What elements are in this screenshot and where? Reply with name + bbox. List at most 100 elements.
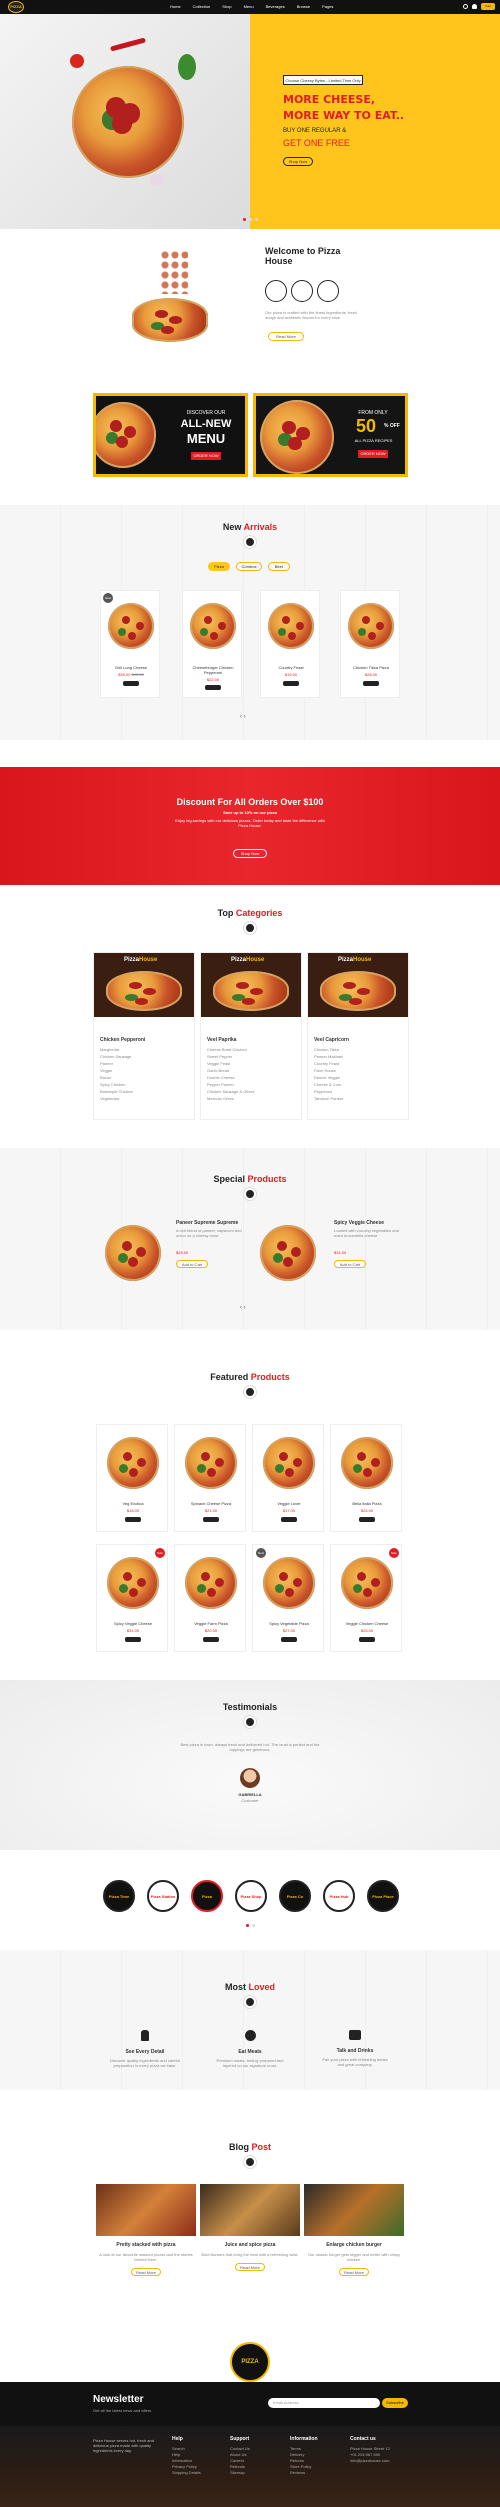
special-product-name[interactable]: Paneer Supreme Supreme [176, 1220, 238, 1226]
special-product-image[interactable] [105, 1225, 161, 1281]
blog-read-more-button[interactable]: Read More [339, 2268, 369, 2276]
category-item[interactable]: Barbeque Chicken [100, 1088, 133, 1095]
quantity-stepper[interactable] [359, 1517, 375, 1522]
category-item[interactable]: Pepper Paneer [207, 1081, 254, 1088]
category-item[interactable]: Tandoori Paneer [314, 1095, 343, 1102]
cart-button[interactable]: Cart [481, 3, 495, 10]
product-card[interactable]: New Grill Long Cheese $39.00 $45.00 [100, 590, 160, 698]
category-item[interactable]: Bacon [100, 1074, 133, 1081]
brand-logo[interactable]: Pizza Time [103, 1880, 135, 1912]
special-nav-arrows[interactable]: ‹ › [240, 1305, 246, 1311]
product-card[interactable]: Chicken Tikka Pizza $28.00 [340, 590, 400, 698]
footer-link[interactable]: Shipping Details [172, 2470, 230, 2476]
category-card[interactable]: PizzaHouse Veel Capricorn Chicken Tikka … [307, 952, 409, 1120]
product-card[interactable]: Bella Italia Pizza $24.00 [330, 1424, 402, 1532]
special-product-image[interactable] [260, 1225, 316, 1281]
product-card[interactable]: Cheeseburger Chicken Pepperoni $22.00 [182, 590, 242, 698]
category-item[interactable]: Chicken Sausage & Olives [207, 1088, 254, 1095]
category-item[interactable]: Mexican Green [207, 1095, 254, 1102]
quantity-stepper[interactable] [283, 681, 299, 686]
promo-discount-order-button[interactable]: ORDER NOW [358, 450, 388, 458]
special-add-to-cart-button[interactable]: Add to Cart [334, 1260, 366, 1268]
product-card[interactable]: Sale Spicy Veggie Cheese $31.00 [96, 1544, 168, 1652]
category-item[interactable]: Paneer [100, 1060, 133, 1067]
footer-logo[interactable]: PIZZA [230, 2342, 270, 2382]
promo-banner-discount[interactable]: FROM ONLY 50 % OFF ALL PIZZA RECIPES ORD… [253, 393, 408, 477]
category-item[interactable]: Margherita [100, 1046, 133, 1053]
category-item[interactable]: Country Feast [314, 1060, 343, 1067]
footer-link[interactable]: Sitemap [230, 2470, 288, 2476]
hero-slider-dots[interactable] [243, 218, 258, 221]
quantity-stepper[interactable] [281, 1517, 297, 1522]
blog-post-title[interactable]: Pretty stacked with pizza [96, 2242, 196, 2248]
tab-beer[interactable]: Beer [268, 562, 290, 571]
category-card[interactable]: PizzaHouse Chicken Pepperoni Margherita … [93, 952, 195, 1120]
brand-logo[interactable]: Pizza Shop [235, 1880, 267, 1912]
blog-read-more-button[interactable]: Read More [131, 2268, 161, 2276]
blog-post-title[interactable]: Enlarge chicken burger [304, 2242, 404, 2248]
category-item[interactable]: Double Cheese [207, 1074, 254, 1081]
product-card[interactable]: Veggie Lover $17.00 [252, 1424, 324, 1532]
quantity-stepper[interactable] [125, 1637, 141, 1642]
special-add-to-cart-button[interactable]: Add to Cart [176, 1260, 208, 1268]
product-card[interactable]: Veggie Farm Pizza $20.00 [174, 1544, 246, 1652]
category-card[interactable]: PizzaHouse Veel Paprika Cheese Burst Chi… [200, 952, 302, 1120]
arrivals-nav-arrows[interactable]: ‹ › [240, 714, 246, 720]
special-product-name[interactable]: Spicy Veggie Cheese [334, 1220, 384, 1226]
category-item[interactable]: Chicken Tikka [314, 1046, 343, 1053]
category-item[interactable]: Garlic Bread [207, 1067, 254, 1074]
blog-card[interactable]: Juice and spice pizza Bold flavours that… [200, 2184, 300, 2294]
site-logo[interactable]: PIZZA [8, 1, 24, 13]
brand-logo[interactable]: Pizza Place [367, 1880, 399, 1912]
product-card[interactable]: New Spicy Vegetable Pizza $27.00 [252, 1544, 324, 1652]
product-card[interactable]: Veg Exotica $18.00 [96, 1424, 168, 1532]
nav-item-beverages[interactable]: Beverages [266, 4, 285, 9]
user-icon[interactable] [472, 4, 477, 9]
brand-logo[interactable]: Pizza Co [279, 1880, 311, 1912]
brand-logo[interactable]: Pizza [191, 1880, 223, 1912]
welcome-read-more-button[interactable]: Read More [268, 332, 304, 341]
nav-item-pages[interactable]: Pages [322, 4, 333, 9]
nav-item-browse[interactable]: Browse [297, 4, 310, 9]
product-card[interactable]: Spinach Cheese Pizza $21.00 [174, 1424, 246, 1532]
newsletter-email-input[interactable]: Email Address [268, 2398, 380, 2408]
category-item[interactable]: Chicken Sausage [100, 1053, 133, 1060]
quantity-stepper[interactable] [359, 1637, 375, 1642]
quantity-stepper[interactable] [123, 681, 139, 686]
promo-banner-menu[interactable]: DISCOVER OUR ALL-NEW MENU ORDER NOW [93, 393, 248, 477]
newsletter-subscribe-button[interactable]: Subscribe [382, 2398, 408, 2408]
tab-combos[interactable]: Combos [236, 562, 262, 571]
blog-card[interactable]: Enlarge chicken burger Our classic burge… [304, 2184, 404, 2294]
quantity-stepper[interactable] [125, 1517, 141, 1522]
quantity-stepper[interactable] [205, 685, 221, 690]
category-item[interactable]: Pepperoni [314, 1088, 343, 1095]
category-item[interactable]: Paneer Makhani [314, 1053, 343, 1060]
hero-cta-button[interactable]: Shop Now [283, 157, 313, 166]
category-item[interactable]: Farm House [314, 1067, 343, 1074]
nav-item-menu[interactable]: Menu [244, 4, 254, 9]
category-item[interactable]: Cheese Burst Chicken [207, 1046, 254, 1053]
category-item[interactable]: Deluxe Veggie [314, 1074, 343, 1081]
nav-item-home[interactable]: Home [170, 4, 181, 9]
tab-pizza[interactable]: Pizza [208, 562, 230, 571]
quantity-stepper[interactable] [203, 1637, 219, 1642]
quantity-stepper[interactable] [203, 1517, 219, 1522]
blog-read-more-button[interactable]: Read More [235, 2263, 265, 2271]
brand-logo[interactable]: Pizza Station [147, 1880, 179, 1912]
search-icon[interactable] [463, 4, 468, 9]
blog-card[interactable]: Pretty stacked with pizza A look at our … [96, 2184, 196, 2294]
brands-dots[interactable] [246, 1924, 255, 1927]
nav-item-collection[interactable]: Collection [193, 4, 211, 9]
brand-logo[interactable]: Pizza Hub [323, 1880, 355, 1912]
blog-post-title[interactable]: Juice and spice pizza [200, 2242, 300, 2248]
quantity-stepper[interactable] [281, 1637, 297, 1642]
category-item[interactable]: Veggie [100, 1067, 133, 1074]
promo-menu-order-button[interactable]: ORDER NOW [191, 452, 221, 460]
quantity-stepper[interactable] [363, 681, 379, 686]
category-item[interactable]: Veggie Feast [207, 1060, 254, 1067]
footer-link[interactable]: info@pizzahouse.com [350, 2458, 408, 2464]
category-item[interactable]: Cheese & Corn [314, 1081, 343, 1088]
discount-cta-button[interactable]: Shop Now [233, 849, 267, 858]
footer-link[interactable]: Reviews [290, 2470, 348, 2476]
category-item[interactable]: Spicy Chicken [100, 1081, 133, 1088]
